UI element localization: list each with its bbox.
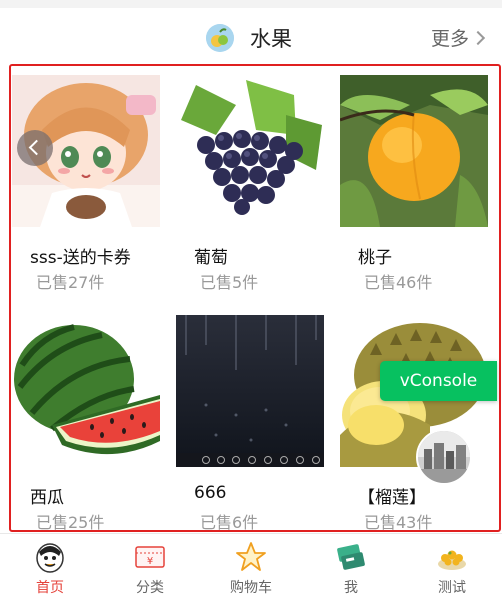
tab-cart[interactable]: 购物车 <box>201 534 301 603</box>
star-cart-icon <box>234 540 268 574</box>
product-name: 666 <box>194 483 227 503</box>
product-sold-count: 已售43件 <box>364 513 433 532</box>
more-link[interactable]: 更多 <box>431 24 486 51</box>
carousel-prev-button[interactable] <box>17 130 53 166</box>
product-card[interactable]: 【榴莲】 已售43件 <box>340 315 490 532</box>
peach-image <box>340 75 488 227</box>
tab-label: 分类 <box>136 580 164 596</box>
tab-test[interactable]: 测试 <box>402 534 502 603</box>
avatar[interactable] <box>416 429 472 485</box>
vconsole-button[interactable]: vConsole <box>380 361 497 401</box>
product-name: 【榴莲】 <box>358 488 426 508</box>
home-mascot-icon <box>33 540 67 574</box>
chevron-right-icon <box>470 30 486 45</box>
product-card[interactable]: 葡萄 已售5件 <box>176 75 326 295</box>
product-name: 葡萄 <box>194 248 228 268</box>
more-label: 更多 <box>431 28 470 50</box>
fruit-icon <box>206 24 234 52</box>
watermelon-image <box>12 315 160 467</box>
tab-home[interactable]: 首页 <box>0 534 100 603</box>
tab-label: 购物车 <box>230 580 272 596</box>
top-strip <box>0 0 502 8</box>
product-sold-count: 已售27件 <box>36 273 105 292</box>
app-screen: 水果 更多 sss-送的卡券 已售27件 葡萄 已售5件 桃子 已售46件 西瓜… <box>0 0 502 603</box>
svg-text:¥: ¥ <box>147 556 153 567</box>
tab-label: 首页 <box>36 580 64 596</box>
tab-label: 测试 <box>438 580 466 596</box>
tab-category[interactable]: ¥ 分类 <box>100 534 200 603</box>
tab-profile[interactable]: 我 <box>301 534 401 603</box>
product-sold-count: 已售46件 <box>364 273 433 292</box>
category-title: 水果 <box>250 27 292 51</box>
product-name: 西瓜 <box>30 488 64 508</box>
product-card[interactable]: 666 已售6件 <box>176 315 326 532</box>
category-ticket-icon: ¥ <box>133 540 167 574</box>
test-food-icon <box>435 540 469 574</box>
product-sold-count: 已售25件 <box>36 513 105 532</box>
tab-label: 我 <box>344 580 358 596</box>
product-card[interactable]: sss-送的卡券 已售27件 <box>12 75 162 295</box>
product-card[interactable]: 西瓜 已售25件 <box>12 315 162 532</box>
bottom-tab-bar: 首页 ¥ 分类 购物车 我 测试 <box>0 533 502 603</box>
product-name: sss-送的卡券 <box>30 248 131 268</box>
product-sold-count: 已售5件 <box>200 273 259 292</box>
grapes-image <box>176 75 324 227</box>
profile-cards-icon <box>334 540 368 574</box>
product-sold-count: 已售6件 <box>200 513 259 532</box>
product-card[interactable]: 桃子 已售46件 <box>340 75 490 295</box>
category-header: 水果 更多 <box>0 8 502 64</box>
dark-photo-image <box>176 315 324 467</box>
product-name: 桃子 <box>358 248 392 268</box>
